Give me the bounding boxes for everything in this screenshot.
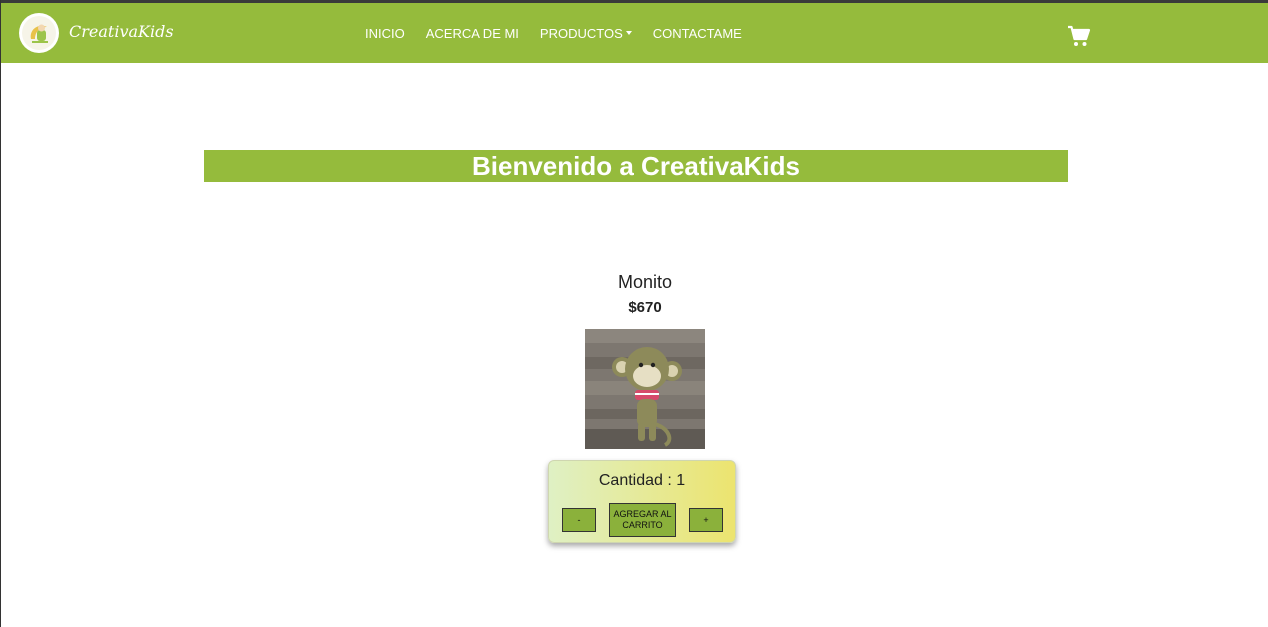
brand[interactable]: CreativaKids — [19, 13, 174, 53]
nav-links: INICIO ACERCA DE MI PRODUCTOS CONTACTAME — [365, 26, 763, 41]
chevron-down-icon — [625, 31, 632, 35]
decrease-quantity-button[interactable]: - — [562, 508, 596, 532]
shopping-cart-icon[interactable] — [1067, 24, 1091, 48]
nav-link-contactame[interactable]: CONTACTAME — [653, 26, 742, 41]
window-left-border — [0, 0, 1, 627]
logo-icon[interactable] — [19, 13, 59, 53]
product-price: $670 — [628, 299, 662, 316]
quantity-card: Cantidad : 1 - AGREGAR AL CARRITO + — [548, 460, 736, 543]
increase-quantity-button[interactable]: + — [689, 508, 723, 532]
product-name: Monito — [617, 272, 673, 292]
nav-link-acerca-de-mi[interactable]: ACERCA DE MI — [426, 26, 519, 41]
hero-banner: Bienvenido a CreativaKids — [204, 150, 1068, 182]
brand-name[interactable]: CreativaKids — [69, 22, 174, 41]
product-image — [585, 329, 705, 449]
nav-dropdown-productos[interactable]: PRODUCTOS — [540, 26, 632, 41]
navbar: CreativaKids INICIO ACERCA DE MI PRODUCT… — [1, 3, 1268, 63]
nav-dropdown-label: PRODUCTOS — [539, 26, 623, 41]
add-to-cart-button[interactable]: AGREGAR AL CARRITO — [609, 503, 676, 537]
quantity-text: Cantidad : 1 — [598, 472, 686, 489]
nav-link-inicio[interactable]: INICIO — [365, 26, 405, 41]
